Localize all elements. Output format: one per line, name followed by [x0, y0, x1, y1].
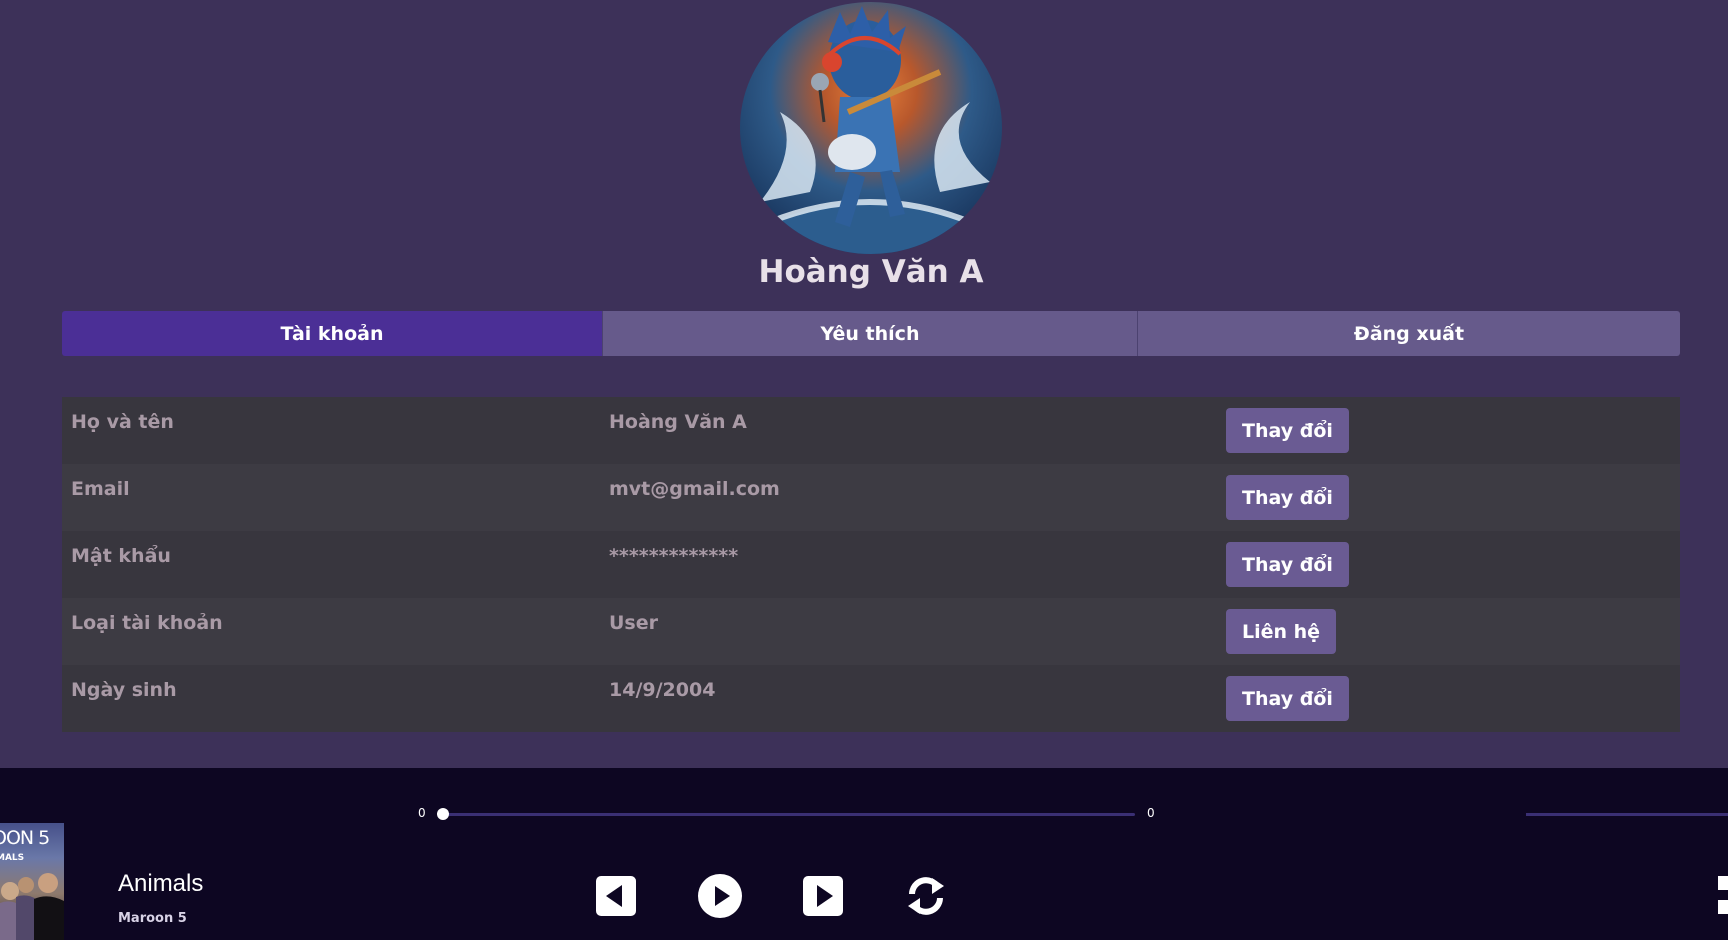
contact-button[interactable]: Liên hệ	[1226, 609, 1337, 654]
change-email-button[interactable]: Thay đổi	[1226, 475, 1349, 520]
info-value: User	[609, 612, 658, 634]
info-label: Họ và tên	[71, 411, 174, 433]
progress-thumb[interactable]	[437, 808, 449, 820]
profile-avatar	[740, 2, 1002, 254]
info-value: mvt@gmail.com	[609, 478, 780, 500]
tab-logout[interactable]: Đăng xuất	[1137, 311, 1680, 356]
profile-tabs: Tài khoản Yêu thích Đăng xuất	[62, 311, 1680, 356]
info-label: Mật khẩu	[71, 545, 171, 567]
info-label: Ngày sinh	[71, 679, 177, 701]
music-player: 0 0 OON 5 MALS Animals Maroon 5	[0, 768, 1728, 940]
info-value: Hoàng Văn A	[609, 411, 747, 433]
info-row-account-type: Loại tài khoản User Liên hệ	[62, 598, 1680, 665]
album-art: OON 5 MALS	[0, 823, 64, 940]
duration-time: 0	[1147, 806, 1155, 820]
info-row-birthday: Ngày sinh 14/9/2004 Thay đổi	[62, 665, 1680, 732]
play-icon[interactable]	[697, 873, 743, 919]
info-row-password: Mật khẩu ************* Thay đổi	[62, 531, 1680, 598]
account-info-table: Họ và tên Hoàng Văn A Thay đổi Email mvt…	[62, 397, 1680, 732]
info-row-email: Email mvt@gmail.com Thay đổi	[62, 464, 1680, 531]
band-photo-icon	[0, 873, 64, 940]
profile-name: Hoàng Văn A	[758, 254, 984, 290]
repeat-icon[interactable]	[904, 874, 948, 918]
next-icon[interactable]	[803, 876, 843, 916]
change-birthday-button[interactable]: Thay đổi	[1226, 676, 1349, 721]
fullscreen-icon[interactable]	[1718, 876, 1728, 916]
change-password-button[interactable]: Thay đổi	[1226, 542, 1349, 587]
guitarist-illustration-icon	[750, 6, 990, 254]
change-fullname-button[interactable]: Thay đổi	[1226, 408, 1349, 453]
song-artist[interactable]: Maroon 5	[118, 911, 187, 926]
volume-slider[interactable]	[1526, 813, 1728, 816]
progress-track[interactable]	[443, 813, 1135, 816]
song-title: Animals	[118, 870, 204, 897]
info-value: *************	[609, 545, 739, 567]
info-value: 14/9/2004	[609, 679, 716, 701]
info-row-fullname: Họ và tên Hoàng Văn A Thay đổi	[62, 397, 1680, 464]
previous-icon[interactable]	[596, 876, 636, 916]
tab-favorites[interactable]: Yêu thích	[602, 311, 1137, 356]
current-time: 0	[418, 806, 426, 820]
info-label: Email	[71, 478, 130, 500]
info-label: Loại tài khoản	[71, 612, 223, 634]
tab-account[interactable]: Tài khoản	[62, 311, 602, 356]
